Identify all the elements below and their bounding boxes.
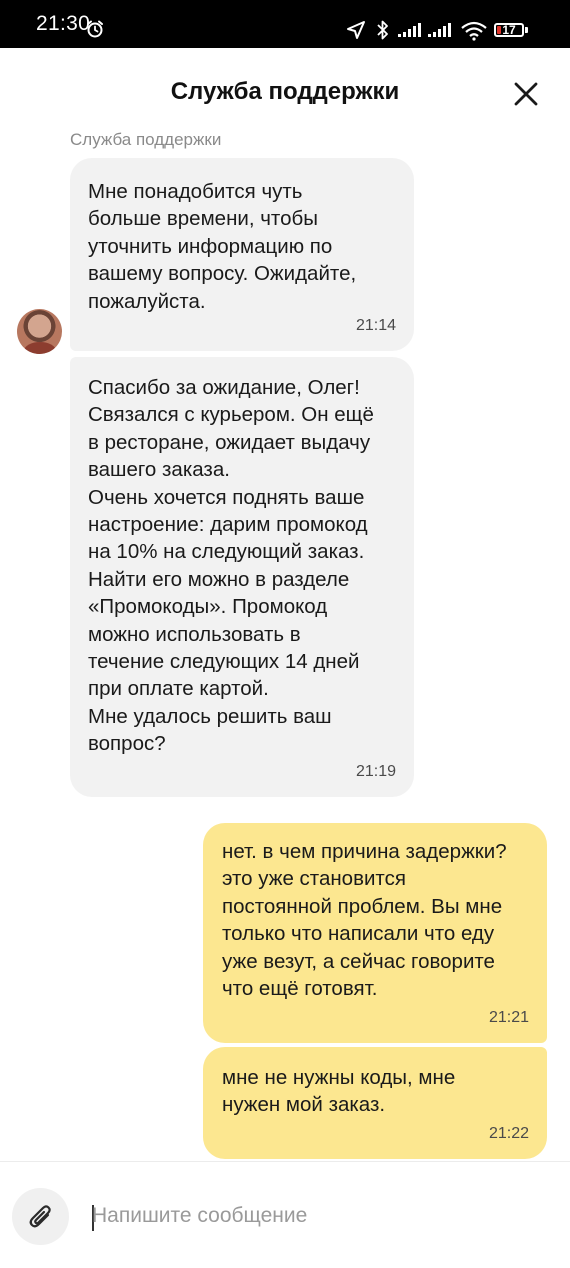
bluetooth-icon bbox=[377, 20, 388, 40]
sender-name: Служба поддержки bbox=[70, 130, 222, 149]
message-text: мне не нужны коды, мне нужен мой заказ. bbox=[222, 1066, 456, 1117]
battery-icon: 17 bbox=[494, 23, 524, 37]
message-bubble-incoming: Спасибо за ожидание, Олег! Связался с ку… bbox=[70, 357, 414, 797]
message-time: 21:14 bbox=[355, 316, 396, 334]
signal-icon bbox=[428, 23, 451, 37]
message-input[interactable] bbox=[92, 1196, 532, 1236]
avatar-shirt bbox=[24, 342, 56, 354]
signal-icon bbox=[398, 23, 421, 37]
avatar bbox=[17, 309, 62, 354]
alarm-icon bbox=[87, 20, 103, 38]
paperclip-icon bbox=[29, 1205, 51, 1228]
message-time: 21:22 bbox=[488, 1124, 529, 1142]
message-text: Спасибо за ожидание, Олег! Связался с ку… bbox=[88, 376, 374, 756]
message-bubble-outgoing: мне не нужны коды, мне нужен мой заказ. … bbox=[203, 1047, 547, 1159]
wifi-icon bbox=[461, 21, 487, 41]
battery-tip bbox=[525, 27, 528, 33]
status-bar: 21:30 17 bbox=[0, 0, 570, 48]
message-composer bbox=[0, 1161, 570, 1268]
message-time: 21:19 bbox=[355, 762, 396, 780]
message-bubble-incoming: Мне понадобится чуть больше времени, что… bbox=[70, 158, 414, 351]
page-title: Служба поддержки bbox=[170, 78, 400, 105]
message-text: нет. в чем причина задержки? это уже ста… bbox=[222, 840, 507, 1001]
attach-button[interactable] bbox=[12, 1188, 69, 1245]
message-text: Мне понадобится чуть больше времени, что… bbox=[88, 180, 357, 313]
battery-level: 17 bbox=[502, 23, 516, 37]
close-icon[interactable] bbox=[510, 78, 542, 110]
chat-header: Служба поддержки bbox=[0, 48, 570, 136]
message-bubble-outgoing: нет. в чем причина задержки? это уже ста… bbox=[203, 823, 547, 1043]
message-time: 21:21 bbox=[488, 1008, 529, 1026]
navigation-icon bbox=[347, 21, 365, 39]
status-time: 21:30 bbox=[36, 12, 91, 35]
